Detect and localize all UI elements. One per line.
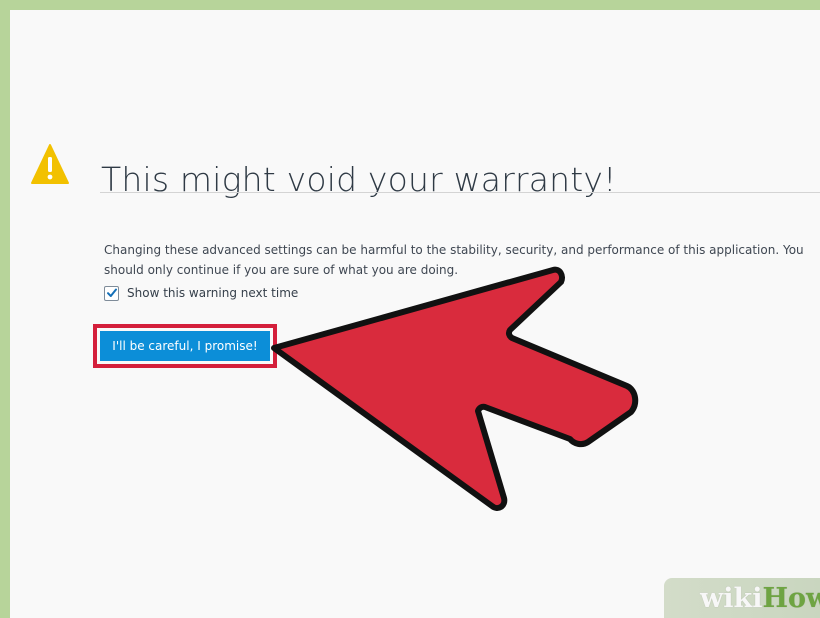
show-warning-checkbox[interactable]	[104, 285, 119, 301]
wikihow-how-text: How	[762, 583, 820, 614]
wikihow-wiki-text: wiki	[700, 583, 763, 614]
pointer-arrow-icon	[271, 266, 639, 511]
wikihow-watermark: wikiHow	[664, 578, 820, 618]
accept-risk-button[interactable]: I'll be careful, I promise!	[100, 331, 270, 361]
page-title: This might void your warranty!	[101, 160, 617, 200]
checkmark-icon	[106, 288, 117, 297]
warning-checkbox-row[interactable]: Show this warning next time	[104, 283, 298, 303]
title-divider	[100, 192, 820, 193]
show-warning-label: Show this warning next time	[127, 286, 299, 300]
warning-description: Changing these advanced settings can be …	[104, 243, 804, 277]
warranty-warning-page: This might void your warranty! Changing …	[10, 10, 820, 618]
wikihow-logo: wikiHow	[700, 583, 820, 614]
warning-icon	[31, 144, 69, 184]
